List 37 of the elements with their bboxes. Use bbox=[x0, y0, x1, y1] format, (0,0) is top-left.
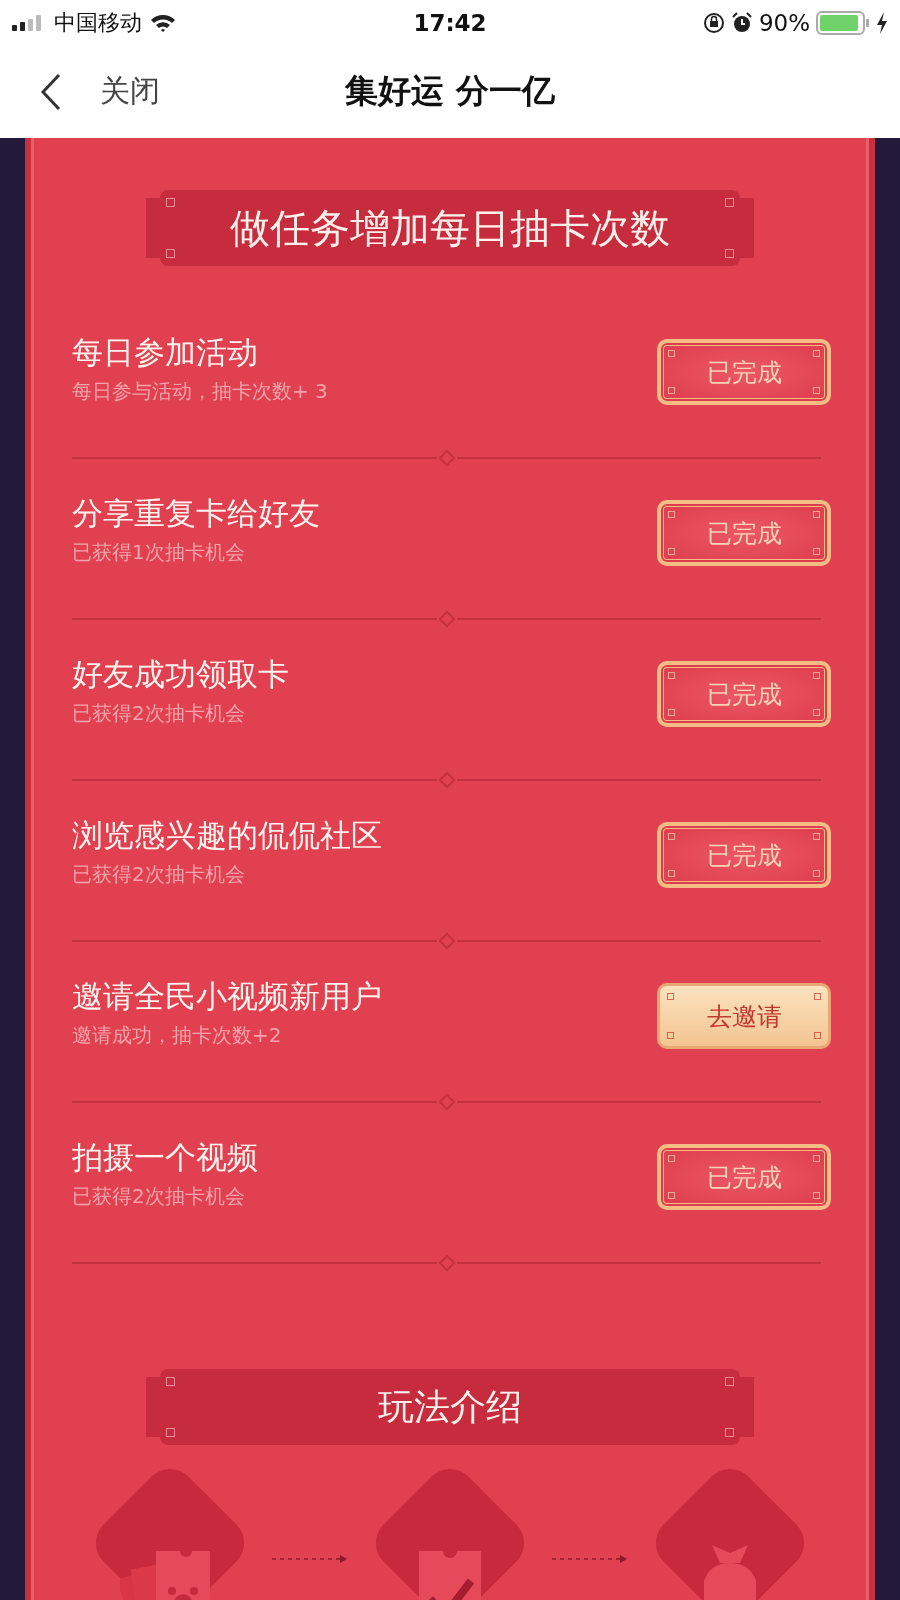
task-title: 浏览感兴趣的侃侃社区 bbox=[72, 816, 382, 855]
divider-ornament bbox=[438, 1254, 455, 1271]
task-button[interactable]: 已完成 bbox=[657, 822, 831, 888]
task-title: 分享重复卡给好友 bbox=[72, 494, 320, 533]
task-subtitle: 已获得2次抽卡机会 bbox=[72, 700, 246, 727]
task-title: 好友成功领取卡 bbox=[72, 655, 289, 694]
page-title: 集好运 分一亿 bbox=[345, 70, 555, 112]
task-button[interactable]: 已完成 bbox=[657, 1144, 831, 1210]
task-subtitle: 已获得2次抽卡机会 bbox=[72, 861, 246, 888]
close-button[interactable]: 关闭 bbox=[0, 71, 160, 112]
task-subtitle: 已获得2次抽卡机会 bbox=[72, 1183, 246, 1210]
task-subtitle: 已获得1次抽卡机会 bbox=[72, 539, 246, 566]
task-button[interactable]: 已完成 bbox=[657, 661, 831, 727]
battery-icon bbox=[816, 10, 870, 35]
clock-time: 17:42 bbox=[413, 9, 487, 36]
divider-ornament bbox=[438, 932, 455, 949]
divider-ornament bbox=[438, 449, 455, 466]
task-title: 每日参加活动 bbox=[72, 333, 259, 372]
task-button[interactable]: 已完成 bbox=[657, 500, 831, 566]
battery-percent: 90% bbox=[758, 9, 810, 36]
carrier-name: 中国移动 bbox=[54, 8, 142, 37]
charging-icon bbox=[876, 11, 888, 34]
task-title: 拍摄一个视频 bbox=[72, 1138, 258, 1177]
back-chevron-icon bbox=[40, 72, 62, 111]
dashed-arrow-icon bbox=[272, 1554, 348, 1564]
task-subtitle: 每日参与活动，抽卡次数+ 3 bbox=[72, 378, 328, 405]
task-subtitle: 邀请成功，抽卡次数+2 bbox=[72, 1022, 283, 1049]
wifi-icon bbox=[150, 12, 176, 33]
alarm-icon bbox=[730, 11, 753, 34]
dashed-arrow-icon bbox=[552, 1554, 628, 1564]
task-button[interactable]: 去邀请 bbox=[657, 983, 831, 1049]
task-button[interactable]: 已完成 bbox=[657, 339, 831, 405]
divider-ornament bbox=[438, 771, 455, 788]
rotation-lock-icon bbox=[702, 11, 725, 34]
divider-ornament bbox=[438, 610, 455, 627]
task-title: 邀请全民小视频新用户 bbox=[72, 977, 382, 1016]
divider-ornament bbox=[438, 1093, 455, 1110]
